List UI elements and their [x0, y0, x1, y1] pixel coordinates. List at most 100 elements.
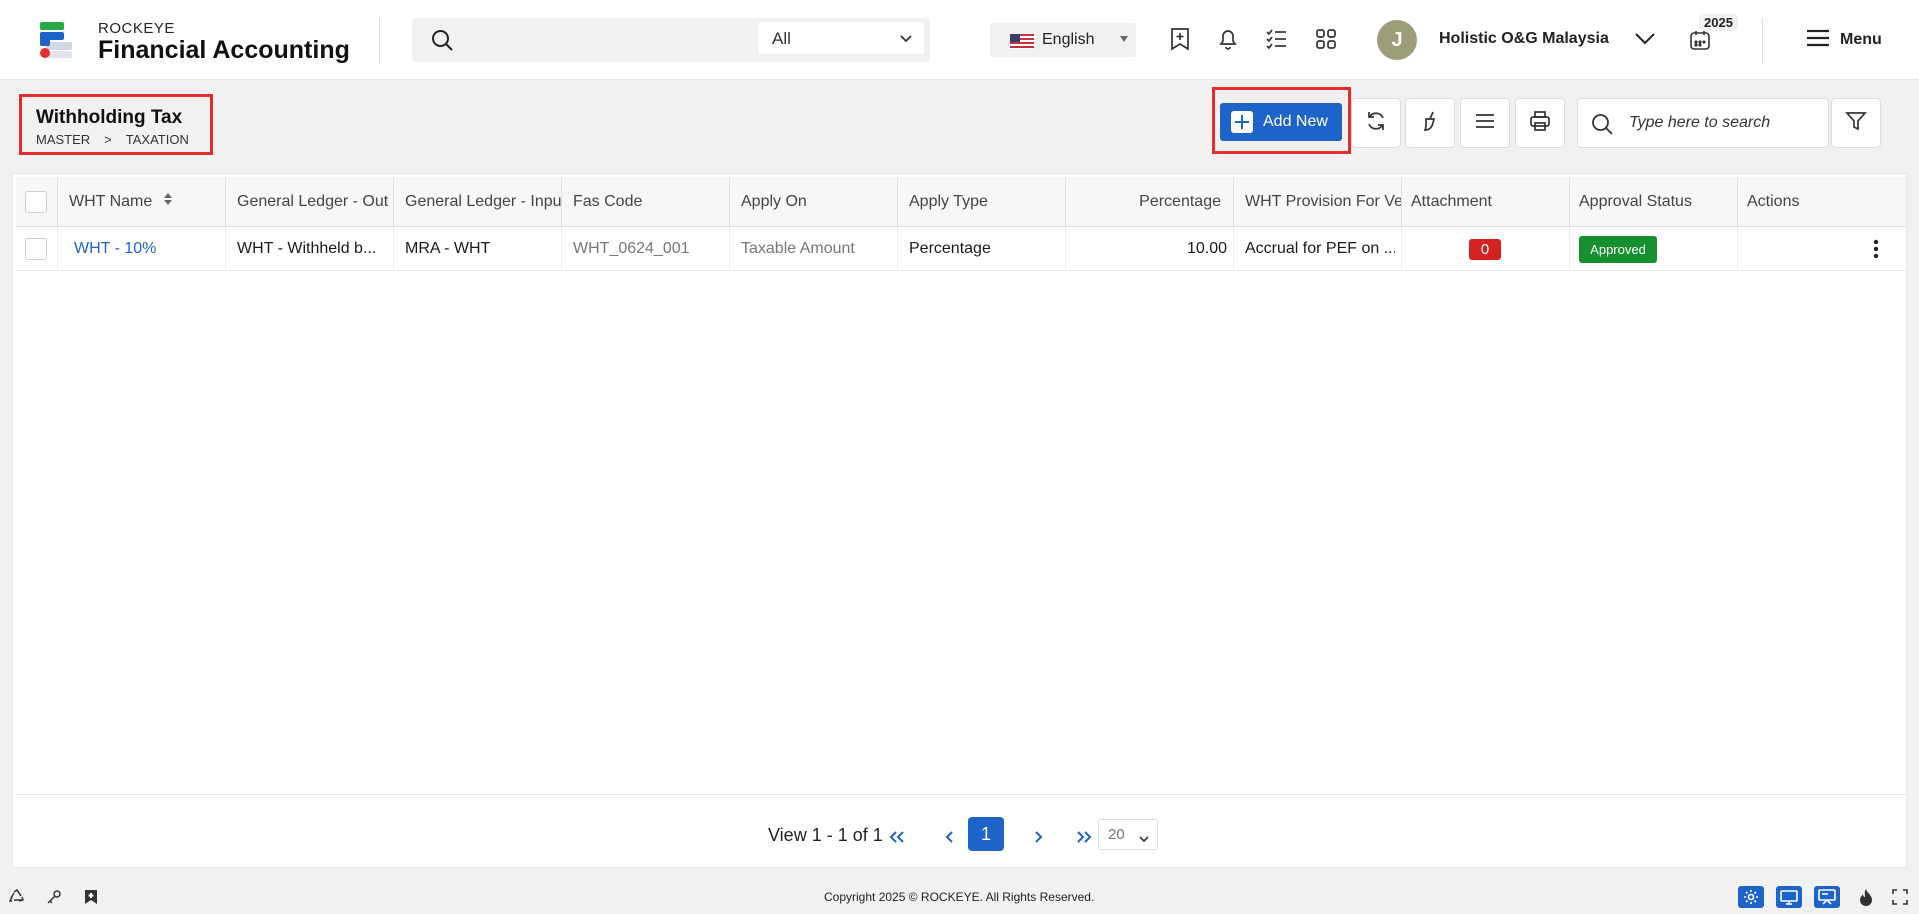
- cell-gl-out: WHT - Withheld b...: [237, 240, 377, 257]
- breadcrumb-item-taxation[interactable]: TAXATION: [126, 132, 189, 147]
- prev-page-icon[interactable]: [939, 820, 959, 854]
- settings-key-icon[interactable]: [41, 886, 67, 908]
- attachment-count-badge[interactable]: 0: [1469, 239, 1501, 260]
- column-separator: [1065, 227, 1066, 271]
- column-header-percentage[interactable]: Percentage: [1077, 177, 1221, 227]
- monitor-icon[interactable]: [1776, 886, 1802, 908]
- bookmark-add-icon[interactable]: [1167, 26, 1193, 52]
- breadcrumb-item-master[interactable]: MASTER: [36, 132, 90, 147]
- table-row[interactable]: WHT - 10% WHT - Withheld b... MRA - WHT …: [16, 227, 1906, 271]
- page-size-select[interactable]: 20: [1098, 819, 1158, 850]
- presentation-icon[interactable]: [1814, 886, 1840, 908]
- chevron-down-icon: [900, 31, 912, 49]
- column-separator: [1233, 227, 1234, 271]
- refresh-button[interactable]: [1351, 98, 1401, 148]
- column-separator: [561, 227, 562, 271]
- wht-name-link[interactable]: WHT - 10%: [74, 227, 219, 271]
- chevron-down-icon: [1139, 830, 1149, 848]
- refresh-icon: [1365, 110, 1387, 137]
- hamburger-icon: [1806, 29, 1830, 52]
- language-label: English: [1042, 31, 1095, 48]
- first-page-icon[interactable]: [884, 820, 910, 854]
- bell-icon[interactable]: [1215, 26, 1241, 52]
- more-actions-icon[interactable]: [1873, 239, 1879, 264]
- apps-grid-icon[interactable]: [1313, 26, 1339, 52]
- footer: Copyright 2025 © ROCKEYE. All Rights Res…: [0, 880, 1919, 914]
- pager-summary: View 1 - 1 of 1: [768, 825, 883, 845]
- column-separator: [897, 227, 898, 271]
- column-separator: [393, 227, 394, 271]
- pager-divider: [16, 794, 1906, 795]
- column-separator: [1065, 177, 1066, 227]
- data-grid: WHT Name General Ledger - Out General Le…: [12, 173, 1907, 868]
- select-all-checkbox[interactable]: [25, 191, 47, 213]
- column-separator: [561, 177, 562, 227]
- avatar[interactable]: J: [1377, 20, 1417, 60]
- column-separator: [897, 177, 898, 227]
- rockeye-logo-icon[interactable]: [38, 20, 78, 60]
- add-new-label: Add New: [1263, 113, 1328, 130]
- top-header: ROCKEYE Financial Accounting All English: [0, 0, 1919, 80]
- column-separator: [57, 177, 58, 227]
- search-scope-select[interactable]: All: [758, 22, 924, 54]
- page-title: Withholding Tax: [36, 107, 183, 128]
- column-header-apply-type[interactable]: Apply Type: [909, 177, 1065, 227]
- column-separator: [1401, 227, 1402, 271]
- column-separator: [225, 227, 226, 271]
- bookmark-add-icon[interactable]: [78, 886, 104, 908]
- calendar-icon[interactable]: [1687, 27, 1713, 53]
- table-search-input[interactable]: Type here to search: [1577, 98, 1829, 148]
- brand-company: ROCKEYE: [98, 20, 175, 37]
- column-header-wht-provision[interactable]: WHT Provision For Ver: [1245, 177, 1401, 227]
- add-new-button[interactable]: Add New: [1220, 103, 1342, 141]
- column-separator: [729, 227, 730, 271]
- column-separator: [1737, 227, 1738, 271]
- search-scope-value: All: [772, 29, 791, 48]
- page-heading: Withholding Tax MASTER > TAXATION: [19, 94, 213, 155]
- flame-icon[interactable]: [1853, 886, 1879, 908]
- column-header-approval-status[interactable]: Approval Status: [1579, 177, 1735, 227]
- app-title: Financial Accounting: [98, 36, 350, 64]
- column-separator: [1401, 177, 1402, 227]
- column-separator: [1233, 177, 1234, 227]
- column-header-fas-code[interactable]: Fas Code: [573, 177, 729, 227]
- chevron-down-icon[interactable]: [1632, 26, 1658, 52]
- columns-button[interactable]: [1460, 98, 1510, 148]
- search-icon[interactable]: [430, 28, 454, 57]
- cell-gl-in: MRA - WHT: [405, 240, 491, 257]
- page-number-current[interactable]: 1: [968, 817, 1004, 851]
- broom-icon: [1419, 110, 1441, 137]
- cell-wht-provision: Accrual for PEF on ...: [1245, 240, 1395, 257]
- cell-apply-type: Percentage: [909, 240, 991, 257]
- table-header: WHT Name General Ledger - Out General Le…: [16, 177, 1906, 227]
- column-header-apply-on[interactable]: Apply On: [741, 177, 897, 227]
- filter-button[interactable]: [1831, 98, 1881, 148]
- row-checkbox[interactable]: [25, 238, 47, 260]
- fullscreen-icon[interactable]: [1887, 886, 1913, 908]
- page-size-value: 20: [1108, 826, 1125, 843]
- cell-percentage: 10.00: [1186, 240, 1227, 257]
- print-button[interactable]: [1515, 98, 1565, 148]
- header-divider: [1762, 18, 1763, 64]
- column-separator: [393, 177, 394, 227]
- add-new-highlight: Add New: [1212, 87, 1351, 154]
- menu-button[interactable]: Menu: [1806, 28, 1882, 52]
- language-select[interactable]: English: [990, 23, 1136, 57]
- search-placeholder: Type here to search: [1629, 114, 1771, 131]
- gear-icon[interactable]: [1738, 886, 1764, 908]
- column-header-gl-in[interactable]: General Ledger - Inpu: [405, 177, 561, 227]
- checklist-icon[interactable]: [1263, 26, 1289, 52]
- cell-apply-on: Taxable Amount: [741, 240, 855, 257]
- search-icon: [1590, 112, 1614, 141]
- column-header-gl-out[interactable]: General Ledger - Out: [237, 177, 393, 227]
- column-header-wht-name[interactable]: WHT Name: [69, 177, 184, 227]
- copyright-text: Copyright 2025 © ROCKEYE. All Rights Res…: [824, 890, 1095, 904]
- column-separator: [729, 177, 730, 227]
- company-name[interactable]: Holistic O&G Malaysia: [1439, 30, 1609, 48]
- last-page-icon[interactable]: [1071, 820, 1097, 854]
- next-page-icon[interactable]: [1029, 820, 1049, 854]
- clear-filters-button[interactable]: [1405, 98, 1455, 148]
- column-header-attachment[interactable]: Attachment: [1411, 177, 1567, 227]
- recycle-icon[interactable]: [4, 886, 30, 908]
- menu-label: Menu: [1840, 31, 1882, 48]
